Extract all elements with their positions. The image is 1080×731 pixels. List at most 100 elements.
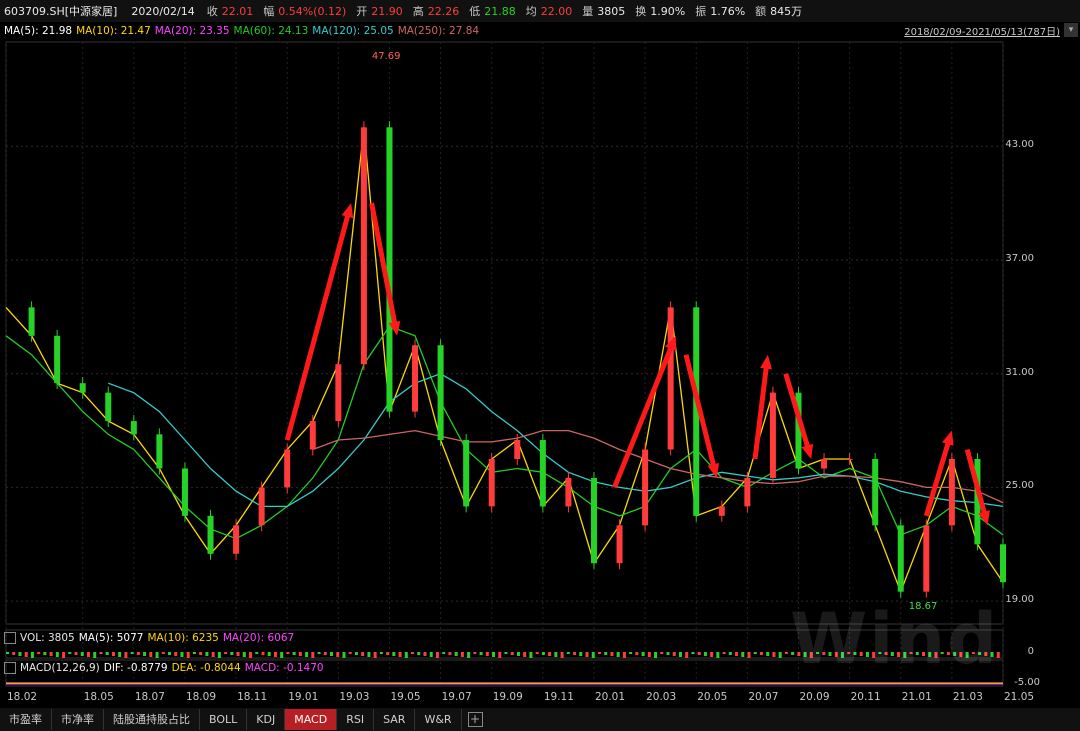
volume-bar	[516, 652, 520, 656]
candle-body	[718, 506, 725, 516]
volume-bar	[579, 652, 583, 656]
candle-body	[207, 515, 214, 554]
volume-bar	[361, 652, 365, 656]
tab-5[interactable]: MACD	[285, 709, 338, 730]
macd-legend: MACD(12,26,9) DIF: -0.8779 DEA: -0.8044 …	[0, 660, 324, 675]
x-tick-label: 19.09	[492, 691, 523, 703]
volume-bar	[180, 652, 184, 657]
tab-0[interactable]: 市盈率	[0, 709, 52, 730]
candle-body	[258, 487, 265, 526]
y-tick-label: 31.00	[1005, 366, 1034, 378]
volume-bar	[317, 652, 321, 654]
volume-bar	[373, 652, 377, 658]
volume-bar	[392, 652, 396, 656]
volume-bar	[330, 652, 334, 656]
volume-bar	[354, 652, 358, 655]
candle-body	[437, 345, 444, 441]
volume-bar	[236, 652, 240, 656]
volume-bar	[454, 652, 458, 656]
tab-4[interactable]: KDJ	[247, 709, 286, 730]
volume-bar	[336, 652, 340, 657]
volume-bar	[24, 652, 28, 657]
volume-bar	[255, 652, 259, 654]
volume-bar	[174, 652, 178, 656]
volume-bar	[523, 652, 527, 657]
volume-bar	[554, 652, 558, 657]
volume-bar	[467, 652, 471, 658]
volume-bar	[566, 652, 570, 654]
volume-bar	[641, 652, 645, 656]
candle-body	[514, 440, 521, 459]
x-tick-label: 20.09	[799, 691, 830, 703]
x-tick-label: 18.02	[7, 691, 38, 703]
volume-bar	[43, 652, 47, 655]
trend-arrow	[923, 437, 952, 517]
volume-bar	[242, 652, 246, 657]
volume-bar	[560, 652, 564, 658]
x-tick-label: 18.09	[185, 691, 216, 703]
volume-bar	[130, 652, 134, 654]
volume-bar	[211, 652, 215, 657]
volume-bar	[778, 652, 782, 658]
volume-bar	[99, 652, 103, 654]
high-annotation: 47.69	[371, 51, 401, 63]
tab-7[interactable]: SAR	[374, 709, 416, 730]
candle-body	[360, 127, 367, 365]
volume-bar	[716, 652, 720, 658]
candle-body	[412, 345, 419, 412]
candle-body	[642, 449, 649, 526]
macd-name: MACD(12,26,9)	[20, 661, 100, 674]
volume-bar	[186, 652, 190, 658]
volume-bar	[753, 652, 757, 654]
volume-bar	[492, 652, 496, 657]
trend-arrow-head	[760, 354, 773, 370]
candle-body	[54, 335, 61, 384]
volume-bar	[510, 652, 514, 655]
tab-3[interactable]: BOLL	[200, 709, 248, 730]
x-tick-label: 21.03	[952, 691, 983, 703]
series-line-ma250	[312, 429, 1004, 504]
volume-bar	[286, 652, 290, 654]
volume-bar	[672, 652, 676, 656]
tab-1[interactable]: 市净率	[52, 709, 104, 730]
volume-bar	[629, 652, 633, 654]
volume-bar	[348, 652, 352, 654]
trend-arrow-head	[801, 443, 813, 459]
volume-bar	[161, 652, 165, 654]
x-tick-label: 20.07	[748, 691, 779, 703]
candle-body	[181, 468, 188, 516]
x-tick-label: 18.07	[134, 691, 165, 703]
volume-bar	[292, 652, 296, 655]
candle-body	[846, 458, 853, 460]
volume-bar	[442, 652, 446, 654]
x-tick-label: 20.11	[850, 691, 881, 703]
volume-bar	[305, 652, 309, 657]
tab-2[interactable]: 陆股通持股占比	[104, 709, 200, 730]
vol-legend: VOL: 3805 MA(5): 5077 MA(10): 6235 MA(20…	[0, 630, 294, 645]
volume-bar	[217, 652, 221, 658]
candle-body	[1000, 544, 1006, 583]
vol-ma20-text: MA(20): 6067	[222, 631, 295, 644]
add-tab-icon[interactable]: +	[467, 712, 483, 727]
volume-bar	[136, 652, 140, 655]
tab-6[interactable]: RSI	[337, 709, 375, 730]
volume-bar	[685, 652, 689, 658]
vol-value-text: VOL: 3805	[20, 631, 75, 644]
volume-bar	[435, 652, 439, 658]
series-line-ma5	[5, 127, 1004, 594]
volume-bar	[485, 652, 489, 656]
volume-bar	[311, 652, 315, 658]
tab-8[interactable]: W&R	[415, 709, 462, 730]
y-tick-label: 19.00	[1005, 594, 1034, 606]
x-tick-label: 21.01	[901, 691, 932, 703]
vol-toggle-icon[interactable]	[4, 631, 16, 644]
candle-body	[309, 421, 316, 450]
macd-toggle-icon[interactable]	[4, 661, 16, 674]
volume-bar	[224, 652, 228, 654]
volume-bar	[766, 652, 770, 656]
candle-body	[667, 307, 674, 450]
volume-bar	[504, 652, 508, 654]
volume-bar	[747, 652, 751, 658]
indicator-tabs: 市盈率 市净率 陆股通持股占比 BOLL KDJ MACD RSI SAR W&R +	[0, 708, 1080, 731]
volume-bar	[55, 652, 59, 657]
